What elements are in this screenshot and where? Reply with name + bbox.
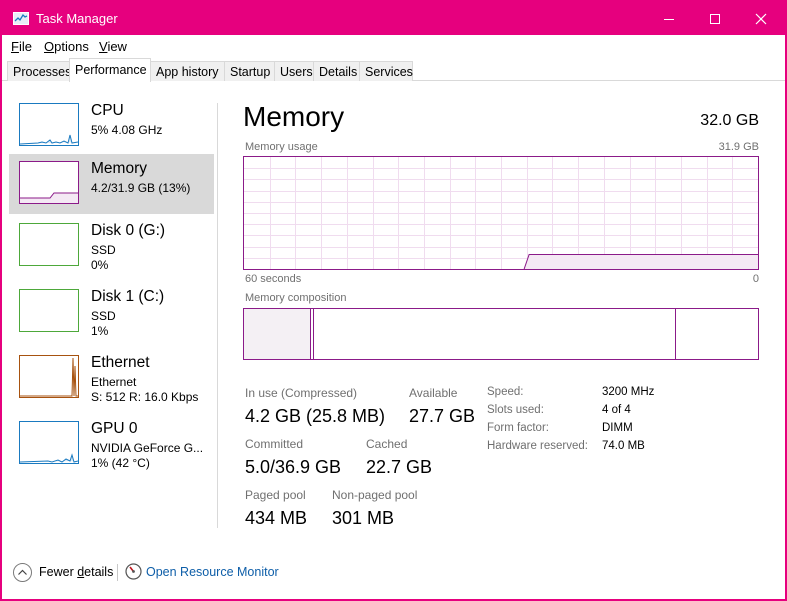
sidebar-divider[interactable] <box>217 103 218 528</box>
in-use-value: 4.2 GB (25.8 MB) <box>245 406 386 426</box>
paged-pool-value: 434 MB <box>245 508 308 528</box>
speed-label: Speed: <box>487 386 524 398</box>
sidebar-item-detail: 0% <box>91 258 109 272</box>
available-value: 27.7 GB <box>409 406 476 426</box>
available-label: Available <box>409 386 458 400</box>
sidebar-item-label: Ethernet <box>91 354 150 371</box>
fewer-details-link[interactable]: Fewer details <box>39 565 113 579</box>
tab-performance[interactable]: Performance <box>69 58 151 82</box>
open-resource-monitor-link[interactable]: Open Resource Monitor <box>146 565 279 579</box>
footer-divider <box>117 564 118 581</box>
disk1-thumbnail-graph <box>19 289 79 332</box>
composition-free[interactable] <box>676 309 758 359</box>
gpu0-thumbnail-graph <box>19 421 79 464</box>
sidebar-item-memory[interactable]: Memory 4.2/31.9 GB (13%) <box>9 154 214 214</box>
cpu-thumbnail-graph <box>19 103 79 146</box>
hardware-reserved-label: Hardware reserved: <box>487 440 588 452</box>
tab-processes[interactable]: Processes <box>7 61 71 81</box>
memory-usage-plot <box>244 157 758 269</box>
minimize-icon <box>664 18 674 20</box>
memory-total: 32.0 GB <box>700 112 759 129</box>
task-manager-app-icon <box>13 12 29 25</box>
paged-pool-label: Paged pool <box>245 488 306 502</box>
close-icon <box>755 13 767 24</box>
sidebar-item-type: SSD <box>91 243 116 257</box>
memory-usage-area <box>524 254 758 269</box>
sidebar-item-ethernet[interactable]: Ethernet Ethernet S: 512 R: 16.0 Kbps <box>9 348 214 408</box>
fewer-details-button[interactable] <box>13 563 32 582</box>
ethernet-thumbnail-graph <box>19 355 79 398</box>
non-paged-pool-value: 301 MB <box>332 508 395 528</box>
sidebar-item-label: Disk 0 (G:) <box>91 222 166 239</box>
maximize-button[interactable] <box>692 2 738 35</box>
sidebar-item-detail: 1% (42 °C) <box>91 456 150 470</box>
window-title: Task Manager <box>36 11 118 26</box>
sidebar-item-detail: S: 512 R: 16.0 Kbps <box>91 390 199 404</box>
memory-panel: Memory 32.0 GB Memory usage 31.9 GB 60 s… <box>243 81 763 541</box>
tab-bar: Processes Performance App history Startu… <box>2 58 785 82</box>
performance-content: CPU 5% 4.08 GHz Memory 4.2/31.9 GB (13%)… <box>2 81 785 541</box>
speed-value: 3200 MHz <box>602 386 655 398</box>
menu-bar: File Options View <box>2 36 785 56</box>
memory-usage-max: 31.9 GB <box>718 141 759 153</box>
sidebar-item-detail: 5% 4.08 GHz <box>91 123 163 137</box>
committed-label: Committed <box>245 437 304 451</box>
committed-value: 5.0/36.9 GB <box>245 457 342 477</box>
minimize-button[interactable] <box>646 2 692 35</box>
sidebar-item-type: NVIDIA GeForce G... <box>91 441 204 455</box>
memory-thumbnail-graph <box>19 161 79 204</box>
menu-options[interactable]: Options <box>44 39 89 54</box>
in-use-label: In use (Compressed) <box>245 386 358 400</box>
cached-label: Cached <box>366 437 408 451</box>
time-axis-end: 0 <box>752 273 759 285</box>
slots-used-label: Slots used: <box>487 404 544 416</box>
sidebar-item-type: SSD <box>91 309 116 323</box>
close-button[interactable] <box>738 2 784 35</box>
chevron-up-icon <box>18 569 27 575</box>
slots-used-value: 4 of 4 <box>602 404 631 416</box>
memory-composition-label: Memory composition <box>245 292 347 304</box>
menu-view[interactable]: View <box>99 39 127 54</box>
footer: Fewer details Open Resource Monitor <box>2 558 785 586</box>
disk0-thumbnail-graph <box>19 223 79 266</box>
memory-usage-graph <box>243 156 759 270</box>
memory-usage-label: Memory usage <box>245 141 318 153</box>
cached-value: 22.7 GB <box>366 457 433 477</box>
resource-monitor-icon <box>125 563 142 580</box>
sidebar-item-disk0[interactable]: Disk 0 (G:) SSD 0% <box>9 216 214 276</box>
sidebar-item-label: CPU <box>91 102 124 119</box>
sidebar-item-label: GPU 0 <box>91 420 138 437</box>
memory-composition-bar <box>243 308 759 360</box>
title-bar[interactable]: Task Manager <box>2 2 785 35</box>
non-paged-pool-label: Non-paged pool <box>332 488 418 502</box>
form-factor-value: DIMM <box>602 422 633 434</box>
sidebar-item-gpu0[interactable]: GPU 0 NVIDIA GeForce G... 1% (42 °C) <box>9 414 214 474</box>
time-axis-start: 60 seconds <box>245 273 302 285</box>
tab-users[interactable]: Users <box>274 61 314 81</box>
sidebar-item-type: Ethernet <box>91 375 137 389</box>
composition-standby[interactable] <box>314 309 676 359</box>
sidebar-item-label: Memory <box>91 160 147 177</box>
sidebar-item-disk1[interactable]: Disk 1 (C:) SSD 1% <box>9 282 214 342</box>
page-title: Memory <box>243 101 345 132</box>
tab-details[interactable]: Details <box>313 61 360 81</box>
sidebar-item-label: Disk 1 (C:) <box>91 288 165 305</box>
tab-services[interactable]: Services <box>359 61 413 81</box>
menu-file[interactable]: File <box>11 39 32 54</box>
sidebar-item-detail: 1% <box>91 324 109 338</box>
hardware-reserved-value: 74.0 MB <box>602 440 645 452</box>
task-manager-window: Task Manager File Options View Processes… <box>0 0 787 601</box>
tab-app-history[interactable]: App history <box>150 61 225 81</box>
maximize-icon <box>710 13 720 24</box>
tab-startup[interactable]: Startup <box>224 61 275 81</box>
sidebar-item-detail: 4.2/31.9 GB (13%) <box>91 181 191 195</box>
sidebar-item-cpu[interactable]: CPU 5% 4.08 GHz <box>9 96 214 156</box>
form-factor-label: Form factor: <box>487 422 549 434</box>
composition-in-use[interactable] <box>244 309 311 359</box>
